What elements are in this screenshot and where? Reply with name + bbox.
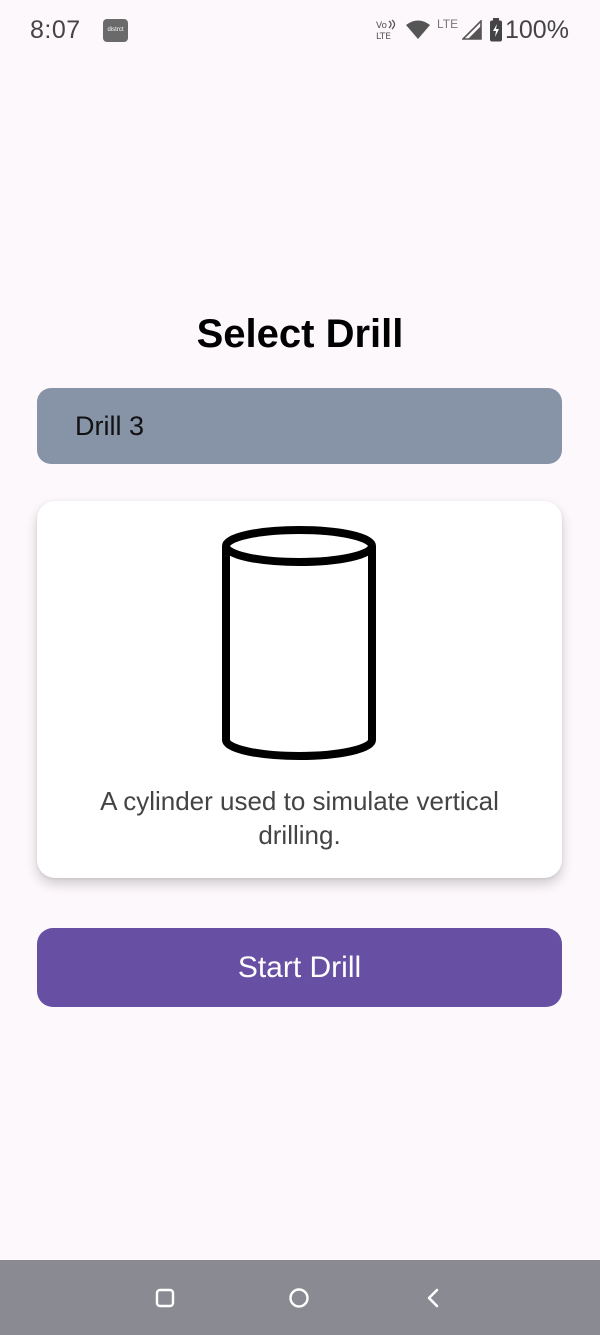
- svg-text:LTE: LTE: [376, 32, 391, 41]
- start-drill-button[interactable]: Start Drill: [37, 928, 562, 1007]
- volte-icon: Vo LTE: [376, 19, 396, 41]
- cylinder-icon: [222, 526, 376, 760]
- recents-icon[interactable]: [155, 1288, 175, 1308]
- home-icon[interactable]: [288, 1287, 310, 1309]
- wifi-icon: [406, 20, 430, 39]
- svg-text:Vo: Vo: [376, 21, 387, 31]
- drill-description: A cylinder used to simulate vertical dri…: [100, 786, 499, 850]
- page-title: Select Drill: [196, 312, 404, 356]
- navigation-bar: [0, 1260, 600, 1335]
- signal-icon: [462, 20, 482, 40]
- network-type-label: LTE: [437, 17, 459, 31]
- drill-select-dropdown[interactable]: Drill 3: [37, 388, 562, 464]
- battery-percentage: 100%: [505, 16, 569, 44]
- status-time: 8:07: [30, 16, 81, 44]
- status-bar: 8:07 distrct Vo LTE LTE 100%: [0, 0, 600, 62]
- app-notification-icon: distrct: [103, 19, 128, 42]
- back-icon[interactable]: [424, 1287, 442, 1309]
- battery-charging-icon: [490, 18, 502, 42]
- drill-info-card: A cylinder used to simulate vertical dri…: [37, 501, 562, 878]
